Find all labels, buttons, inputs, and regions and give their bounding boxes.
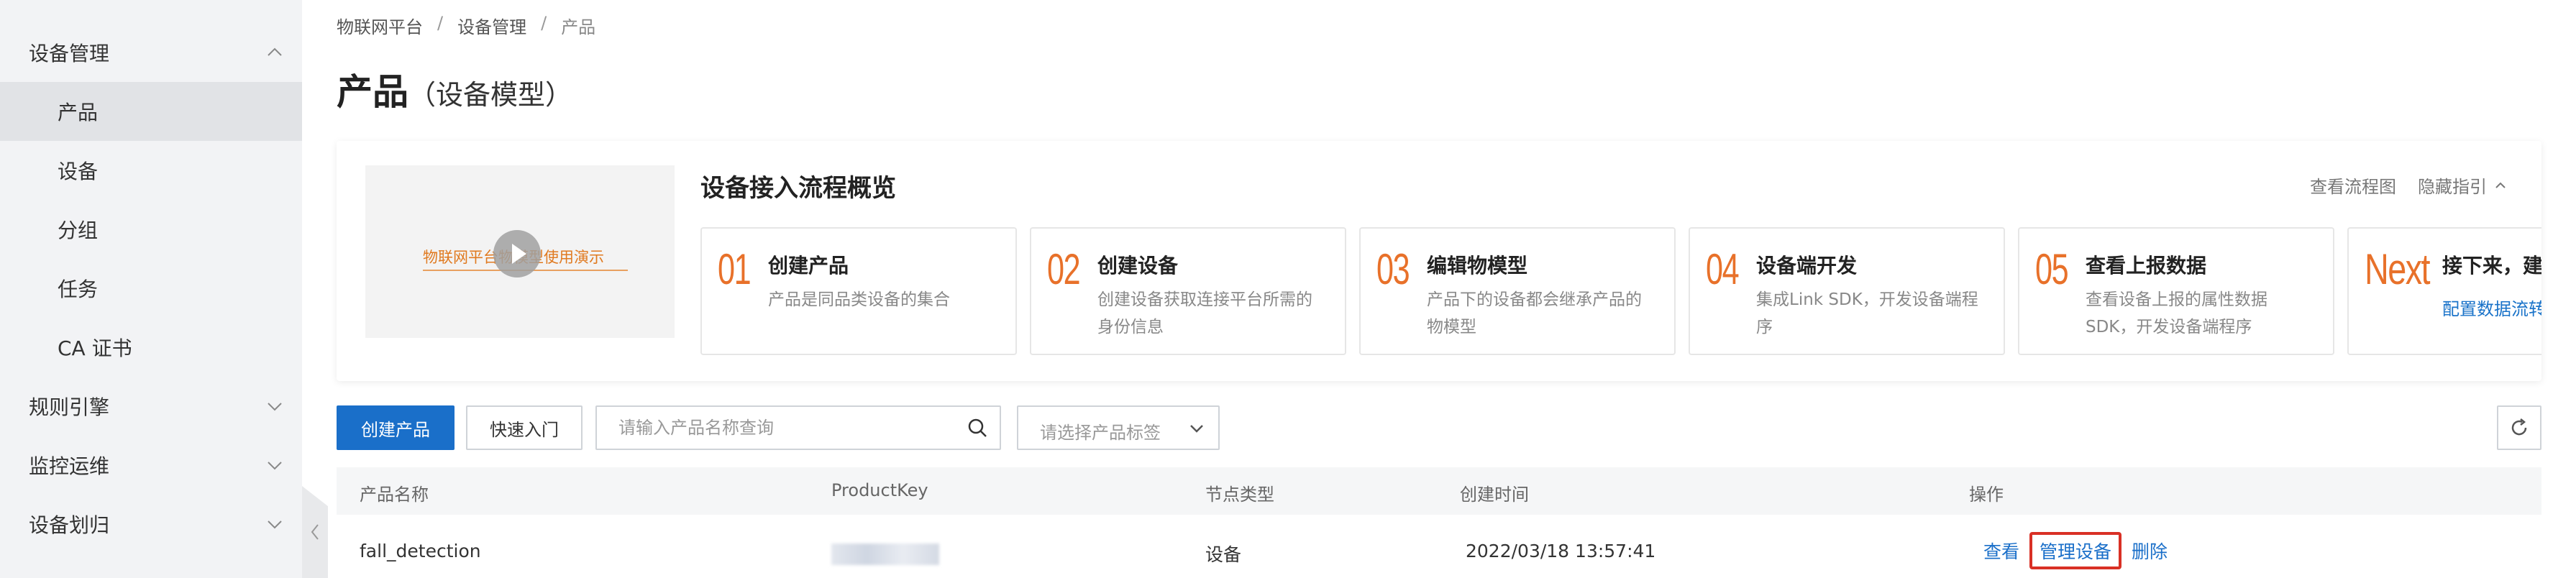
step-desc: 产品是同品类设备的集合 <box>768 290 950 309</box>
created-time-cell: 2022/03/18 13:57:41 <box>1466 541 1656 561</box>
hide-guide-label: 隐藏指引 <box>2418 177 2487 197</box>
sidebar-item-label: 分组 <box>58 219 99 242</box>
demo-video[interactable]: 物联网平台物模型使用演示 <box>365 165 675 338</box>
step-title: 编辑物模型 <box>1427 254 1528 277</box>
sidebar-item-label: 设备管理 <box>29 42 110 65</box>
search-icon[interactable] <box>967 417 988 439</box>
search-box <box>595 405 1001 450</box>
step-desc: 查看设备上报的属性数据SDK，开发设备端程序 <box>2086 290 2267 336</box>
breadcrumb-iot-platform[interactable]: 物联网平台 <box>337 13 423 38</box>
sidebar-item-label: 设备 <box>58 160 99 183</box>
step-title: 创建产品 <box>768 254 849 277</box>
step-title: 设备端开发 <box>1756 254 1858 277</box>
sidebar-item-label: 任务 <box>58 277 99 301</box>
step-number: 01 <box>718 245 752 293</box>
breadcrumb-device-management[interactable]: 设备管理 <box>457 13 526 38</box>
step-number: 03 <box>1376 245 1410 293</box>
step-number: 02 <box>1047 245 1081 293</box>
step-title: 查看上报数据 <box>2086 254 2207 277</box>
product-name-cell: fall_detection <box>360 541 481 561</box>
sidebar-item-tasks[interactable]: 任务 <box>0 259 302 318</box>
chevron-down-icon <box>262 511 288 537</box>
column-header-actions: 操作 <box>1969 485 2004 505</box>
sidebar-item-products[interactable]: 产品 <box>0 82 302 141</box>
sidebar-item-label: CA 证书 <box>58 336 132 360</box>
step-card-edit-thing-model[interactable]: 03 编辑物模型 产品下的设备都会继承产品的物模型 <box>1359 227 1676 355</box>
page-subtitle: （设备模型） <box>408 79 573 111</box>
guide-title: 设备接入流程概览 <box>700 174 896 203</box>
column-header-node-type: 节点类型 <box>1205 485 1274 505</box>
column-header-product-name: 产品名称 <box>360 485 429 505</box>
refresh-button[interactable] <box>2497 405 2541 450</box>
step-card-create-product[interactable]: 01 创建产品 产品是同品类设备的集合 <box>700 227 1017 355</box>
manage-devices-link[interactable]: 管理设备 <box>2029 532 2122 569</box>
create-product-button[interactable]: 创建产品 <box>337 405 455 450</box>
onboarding-guide: 物联网平台物模型使用演示 设备接入流程概览 查看流程图 隐藏指引 01 创建产品… <box>337 141 2541 381</box>
step-title: 接下来，建 <box>2442 254 2541 277</box>
sidebar-item-rule-engine[interactable]: 规则引擎 <box>0 377 302 436</box>
step-desc: 创建设备获取连接平台所需的身份信息 <box>1097 290 1312 336</box>
sidebar: 设备管理 产品 设备 分组 任务 CA 证书 规则引擎 监控运维 设备划归 <box>0 0 302 578</box>
play-icon[interactable] <box>493 230 541 277</box>
productkey-redacted <box>831 543 939 565</box>
breadcrumb-separator: / <box>437 13 444 33</box>
step-card-create-device[interactable]: 02 创建设备 创建设备获取连接平台所需的身份信息 <box>1030 227 1346 355</box>
delete-link[interactable]: 删除 <box>2132 538 2168 564</box>
step-number: 04 <box>1706 245 1740 293</box>
sidebar-item-device-assign[interactable]: 设备划归 <box>0 495 302 554</box>
table-header: 产品名称 ProductKey 节点类型 创建时间 操作 <box>337 467 2541 515</box>
step-card-view-data[interactable]: 05 查看上报数据 查看设备上报的属性数据SDK，开发设备端程序 <box>2018 227 2334 355</box>
refresh-icon <box>2511 418 2527 436</box>
step-desc: 集成Link SDK，开发设备端程序 <box>1756 290 1978 336</box>
view-link[interactable]: 查看 <box>1983 538 2019 564</box>
sidebar-item-devices[interactable]: 设备 <box>0 141 302 200</box>
column-header-created-time: 创建时间 <box>1460 485 1529 505</box>
guide-links: 查看流程图 隐藏指引 <box>2310 173 2507 198</box>
row-actions: 查看 管理设备 删除 <box>1983 532 2168 569</box>
table-row: fall_detection 设备 2022/03/18 13:57:41 查看… <box>337 515 2541 578</box>
step-card-device-dev[interactable]: 04 设备端开发 集成Link SDK，开发设备端程序 <box>1689 227 2005 355</box>
product-tag-select[interactable]: 请选择产品标签 <box>1017 405 1220 450</box>
step-number: 05 <box>2035 245 2069 293</box>
sidebar-item-device-management[interactable]: 设备管理 <box>0 23 302 82</box>
main-content: 物联网平台 / 设备管理 / 产品 产品（设备模型） 物联网平台物模型使用演示 … <box>302 0 2576 578</box>
page-title-text: 产品 <box>337 71 408 113</box>
view-flow-link[interactable]: 查看流程图 <box>2310 173 2396 198</box>
sidebar-item-ca-cert[interactable]: CA 证书 <box>0 318 302 377</box>
quick-start-button[interactable]: 快速入门 <box>466 405 583 450</box>
hide-guide-link[interactable]: 隐藏指引 <box>2418 173 2507 198</box>
column-header-productkey: ProductKey <box>831 480 928 500</box>
step-card-next[interactable]: Next 接下来，建 配置数据流转 <box>2347 227 2541 355</box>
sidebar-item-monitoring[interactable]: 监控运维 <box>0 436 302 495</box>
sidebar-item-label: 监控运维 <box>29 454 110 478</box>
data-forwarding-link[interactable]: 配置数据流转 <box>2442 295 2541 320</box>
step-desc: 产品下的设备都会继承产品的物模型 <box>1427 290 1642 336</box>
sidebar-item-groups[interactable]: 分组 <box>0 200 302 259</box>
sidebar-item-label: 产品 <box>58 101 99 124</box>
node-type-cell: 设备 <box>1205 544 1242 565</box>
step-title: 创建设备 <box>1097 254 1179 277</box>
chevron-down-icon <box>262 452 288 478</box>
chevron-up-icon <box>2495 182 2506 188</box>
breadcrumb-current: 产品 <box>561 17 596 37</box>
chevron-up-icon <box>262 40 288 65</box>
guide-steps: 01 创建产品 产品是同品类设备的集合 02 创建设备 创建设备获取连接平台所需… <box>700 227 2541 355</box>
product-tag-placeholder: 请选择产品标签 <box>1040 423 1161 443</box>
sidebar-item-label: 设备划归 <box>29 513 110 537</box>
breadcrumb-separator: / <box>541 13 547 33</box>
step-number: Next <box>2365 245 2431 293</box>
page-title: 产品（设备模型） <box>337 63 572 115</box>
chevron-down-icon <box>1185 417 1208 440</box>
sidebar-item-label: 规则引擎 <box>29 395 110 419</box>
search-input[interactable] <box>597 407 956 449</box>
breadcrumb: 物联网平台 / 设备管理 / 产品 <box>337 13 595 38</box>
chevron-down-icon <box>262 393 288 419</box>
